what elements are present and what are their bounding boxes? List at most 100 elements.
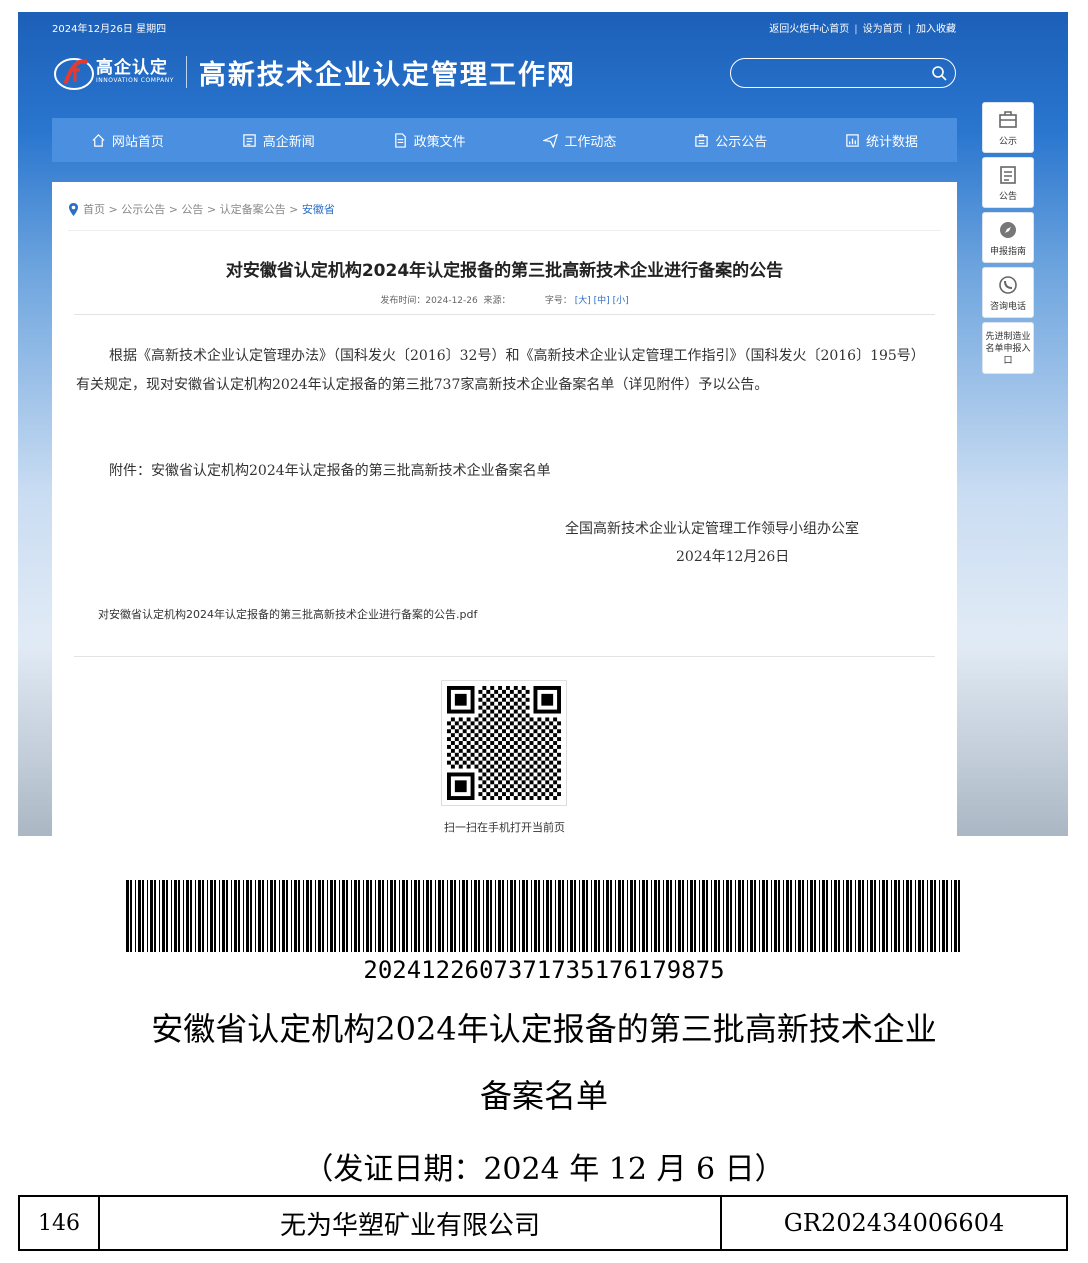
side-item-advanced-manufacturing[interactable]: 先进制造业名单申报入口 (982, 322, 1034, 374)
qr-module (537, 733, 542, 738)
qr-module (486, 689, 491, 694)
qr-module (482, 764, 487, 769)
nav-home[interactable]: 网站首页 (52, 118, 203, 162)
qr-module (513, 796, 518, 800)
nav-news[interactable]: 高企新闻 (203, 118, 354, 162)
add-favorite-link[interactable]: 加入收藏 (916, 24, 956, 35)
side-label: 申报指南 (989, 246, 1026, 257)
side-item-guide[interactable]: 申报指南 (982, 212, 1034, 263)
qr-module (517, 776, 522, 781)
qr-module (533, 721, 538, 726)
qr-module (521, 717, 526, 722)
barcode-bar (918, 880, 921, 952)
qr-module (505, 733, 510, 738)
qr-module (533, 744, 538, 749)
barcode-bar (954, 880, 957, 952)
qr-module (494, 713, 499, 718)
nav-stats[interactable]: 统计数据 (806, 118, 957, 162)
qr-module (533, 776, 538, 781)
qr-module (470, 760, 475, 765)
side-item-announcement[interactable]: 公告 (982, 157, 1034, 208)
logo-mark-icon (52, 52, 96, 92)
barcode-bar (546, 880, 549, 952)
cell-certificate: GR202434006604 (783, 1209, 1005, 1237)
breadcrumb-home[interactable]: 首页 (83, 201, 105, 217)
barcode-bar (663, 880, 664, 952)
breadcrumb-announcement[interactable]: 公告 (181, 201, 203, 217)
qr-module (498, 780, 503, 785)
barcode-bar (894, 880, 897, 952)
qr-module (505, 686, 510, 690)
qr-module (505, 693, 510, 698)
barcode-bar (534, 880, 537, 952)
barcode-bar (375, 880, 376, 952)
barcode-bar (586, 880, 588, 952)
qr-module (498, 772, 503, 777)
qr-module (462, 744, 467, 749)
qr-module (525, 721, 530, 726)
barcode-bar (339, 880, 340, 952)
qr-module (486, 776, 491, 781)
barcode-bar (618, 880, 621, 952)
qr-module (478, 752, 483, 757)
barcode-bar (726, 880, 729, 952)
font-size-large[interactable]: [大] (575, 296, 591, 306)
barcode-bar (718, 880, 720, 952)
qr-module (545, 764, 550, 769)
qr-module (537, 788, 542, 793)
side-item-publicity[interactable]: 公示 (982, 102, 1034, 153)
font-size-small[interactable]: [小] (613, 296, 629, 306)
barcode-bar (450, 880, 453, 952)
barcode-bar (250, 880, 252, 952)
qr-module (450, 733, 455, 738)
pdf-attachment-link[interactable]: 对安徽省认定机构2024年认定报备的第三批高新技术企业进行备案的公告.pdf (98, 606, 477, 622)
sign-date: 2024年12月26日 (676, 549, 790, 565)
qr-module (529, 788, 534, 793)
nav-announce[interactable]: 公示公告 (655, 118, 806, 162)
nav-work[interactable]: 工作动态 (504, 118, 655, 162)
qr-module (517, 744, 522, 749)
document-icon (394, 132, 406, 148)
side-item-phone[interactable]: 咨询电话 (982, 267, 1034, 318)
barcode-bar (874, 880, 876, 952)
barcode-bar (694, 880, 696, 952)
breadcrumb-current[interactable]: 安徽省 (302, 201, 335, 217)
qr-module (490, 748, 495, 753)
breadcrumb-filing[interactable]: 认定备案公告 (220, 201, 286, 217)
side-label: 公告 (998, 191, 1017, 202)
site-logo[interactable]: 高企认定 INNOVATION COMPANY 高新技术企业认定管理工作网 (52, 52, 576, 92)
qr-module (521, 772, 526, 777)
qr-module (537, 780, 542, 785)
qr-module (458, 717, 463, 722)
qr-module (553, 796, 558, 800)
qr-module (517, 689, 522, 694)
search-input[interactable] (743, 64, 923, 82)
qr-module (494, 776, 499, 781)
qr-module (525, 760, 530, 765)
barcode-bar (562, 880, 564, 952)
search-icon[interactable] (931, 65, 947, 81)
breadcrumb-publicity[interactable]: 公示公告 (121, 201, 165, 217)
qr-module (478, 744, 483, 749)
qr-module (533, 729, 538, 734)
qr-module (533, 784, 538, 789)
barcode-bar (687, 880, 688, 952)
barcode-bar (622, 880, 624, 952)
nav-policy[interactable]: 政策文件 (354, 118, 505, 162)
qr-module (482, 733, 487, 738)
font-size-medium[interactable]: [中] (594, 296, 610, 306)
qr-module (513, 717, 518, 722)
qr-module (486, 737, 491, 742)
qr-module (525, 792, 530, 797)
barcode-bar (510, 880, 513, 952)
qr-module (513, 788, 518, 793)
barcode-bar (303, 880, 304, 952)
back-to-torch-link[interactable]: 返回火炬中心首页 (769, 24, 849, 35)
set-homepage-link[interactable]: 设为首页 (863, 24, 903, 35)
barcode-bar (579, 880, 580, 952)
qr-module (498, 725, 503, 730)
barcode-bar (502, 880, 504, 952)
clipboard-icon (1000, 165, 1016, 184)
document-title-line2: 备案名单 (479, 1077, 608, 1115)
search-box[interactable] (730, 58, 956, 88)
